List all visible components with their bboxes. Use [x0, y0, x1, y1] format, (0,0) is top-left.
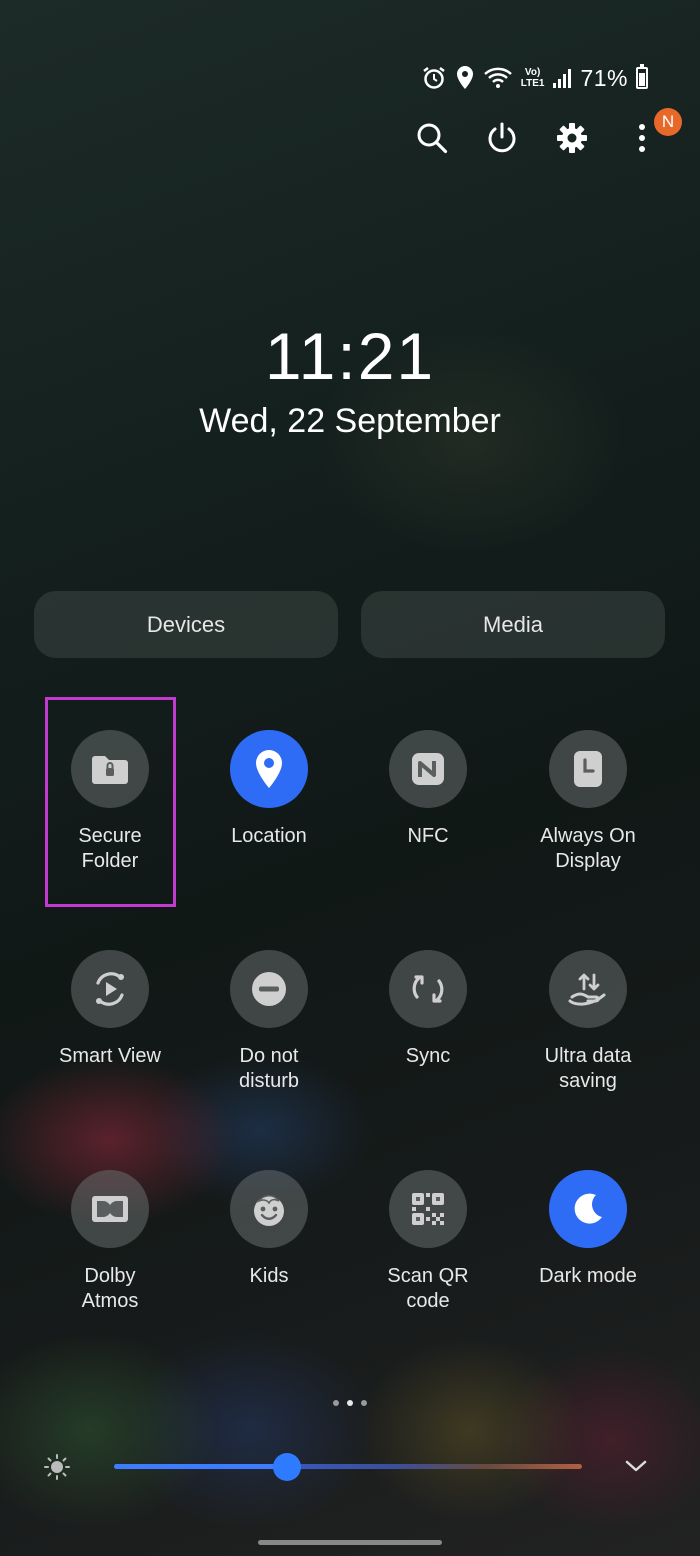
highlight-box: [45, 697, 176, 907]
page-indicator: [0, 1400, 700, 1406]
tile-location-pin[interactable]: Location: [189, 730, 349, 849]
dolby-icon[interactable]: [71, 1170, 149, 1248]
tile-label: Ultra data saving: [544, 1045, 632, 1092]
power-button[interactable]: [484, 120, 520, 156]
tile-always-on-display[interactable]: Always On Display: [508, 730, 668, 874]
lte-label: LTE1: [520, 78, 545, 89]
kids-icon[interactable]: [230, 1170, 308, 1248]
brightness-thumb[interactable]: [273, 1453, 302, 1481]
location-pin-icon: [456, 66, 473, 89]
volte-lte-icon: Vo) LTE1: [521, 67, 545, 89]
page-dot: [347, 1400, 353, 1406]
tile-qr-code[interactable]: Scan QR code: [348, 1170, 508, 1314]
tile-do-not-disturb[interactable]: Do not disturb: [189, 950, 349, 1094]
tile-label: Sync: [405, 1045, 451, 1067]
search-icon: [417, 123, 448, 154]
tile-label: Scan QR code: [387, 1265, 469, 1312]
more-vert-icon: [639, 124, 645, 152]
tile-label: Dolby Atmos: [81, 1265, 139, 1312]
gesture-handle[interactable]: [258, 1540, 442, 1545]
tile-kids[interactable]: Kids: [189, 1170, 349, 1289]
brightness-control: [40, 1446, 660, 1486]
signal-icon: [553, 69, 572, 88]
media-button[interactable]: Media: [361, 591, 665, 658]
settings-button[interactable]: [554, 120, 590, 156]
location-pin-icon[interactable]: [230, 730, 308, 808]
tile-label: Location: [231, 825, 307, 847]
battery-icon: [636, 64, 648, 89]
tile-label: Do not disturb: [238, 1045, 300, 1092]
notification-badge: N: [654, 108, 682, 136]
brightness-slider[interactable]: [114, 1464, 582, 1469]
brightness-sun-icon: [44, 1454, 70, 1480]
qr-code-icon[interactable]: [389, 1170, 467, 1248]
wifi-icon: [483, 67, 512, 88]
search-button[interactable]: [414, 120, 450, 156]
devices-button[interactable]: Devices: [34, 591, 338, 658]
volte-label: Vo): [524, 67, 541, 78]
moon-icon[interactable]: [549, 1170, 627, 1248]
clock-date: Wed, 22 September: [199, 402, 501, 440]
status-bar: Vo) LTE1 71%: [421, 62, 648, 94]
tile-label: Dark mode: [539, 1265, 637, 1287]
do-not-disturb-icon[interactable]: [230, 950, 308, 1028]
tile-data-saving[interactable]: Ultra data saving: [508, 950, 668, 1094]
chevron-down-icon[interactable]: [624, 1454, 648, 1478]
brightness-fill: [114, 1464, 288, 1469]
tile-label: Kids: [249, 1265, 289, 1287]
clock-time: 11:21: [264, 319, 436, 393]
page-dot: [361, 1400, 367, 1406]
power-icon: [488, 122, 516, 153]
alarm-icon: [422, 67, 445, 89]
tile-sync[interactable]: Sync: [348, 950, 508, 1069]
panel-actions: N: [414, 108, 682, 156]
tile-label: Always On Display: [540, 825, 636, 872]
tile-label: Smart View: [59, 1045, 161, 1067]
tile-dolby[interactable]: Dolby Atmos: [30, 1170, 190, 1314]
tile-smart-view[interactable]: Smart View: [30, 950, 190, 1069]
tile-moon[interactable]: Dark mode: [508, 1170, 668, 1289]
tile-nfc[interactable]: NFC: [348, 730, 508, 849]
nfc-icon[interactable]: [389, 730, 467, 808]
page-dot: [333, 1400, 339, 1406]
always-on-display-icon[interactable]: [549, 730, 627, 808]
more-options-button[interactable]: N: [624, 108, 682, 156]
tile-label: NFC: [407, 825, 449, 847]
data-saving-icon[interactable]: [549, 950, 627, 1028]
battery-percent: 71%: [580, 64, 628, 91]
smart-view-icon[interactable]: [71, 950, 149, 1028]
gear-icon: [557, 123, 587, 153]
sync-icon[interactable]: [389, 950, 467, 1028]
